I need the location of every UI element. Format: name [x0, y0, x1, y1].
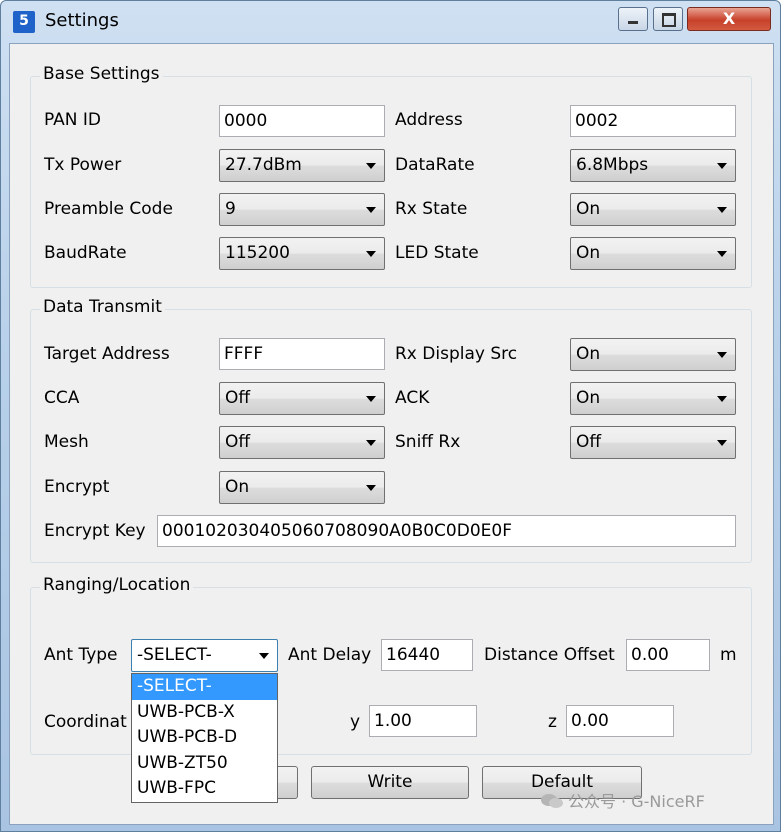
- maximize-icon: [662, 13, 676, 27]
- chevron-down-icon: [717, 163, 727, 169]
- chevron-down-icon: [366, 163, 376, 169]
- chevron-down-icon: [366, 485, 376, 491]
- z-label: z: [548, 712, 557, 732]
- chevron-down-icon: [366, 440, 376, 446]
- target-address-input[interactable]: FFFF: [219, 338, 385, 370]
- watermark-text: 公众号 · G-NiceRF: [568, 792, 705, 811]
- sniff-rx-value: Off: [576, 432, 602, 452]
- preamble-code-select[interactable]: 9: [219, 193, 385, 226]
- ack-select[interactable]: On: [570, 382, 736, 415]
- pan-id-input[interactable]: 0000: [219, 105, 385, 137]
- led-state-select[interactable]: On: [570, 237, 736, 270]
- tx-power-select[interactable]: 27.7dBm: [219, 149, 385, 182]
- pan-id-label: PAN ID: [44, 110, 102, 130]
- distance-offset-label: Distance Offset: [484, 645, 615, 665]
- encrypt-select[interactable]: On: [219, 471, 385, 504]
- close-button[interactable]: X: [687, 7, 771, 31]
- cca-select[interactable]: Off: [219, 382, 385, 415]
- ant-type-dropdown-list: -SELECT- UWB-PCB-X UWB-PCB-D UWB-ZT50 UW…: [131, 673, 278, 803]
- rx-state-value: On: [576, 199, 601, 219]
- chevron-down-icon: [366, 396, 376, 402]
- chevron-down-icon: [717, 440, 727, 446]
- data-rate-label: DataRate: [395, 155, 475, 175]
- watermark: 公众号 · G-NiceRF: [540, 788, 705, 812]
- ack-value: On: [576, 388, 601, 408]
- address-label: Address: [395, 110, 463, 130]
- ant-type-select[interactable]: -SELECT-: [131, 639, 278, 672]
- ant-option-uwb-zt50[interactable]: UWB-ZT50: [132, 751, 277, 777]
- tx-power-label: Tx Power: [44, 155, 122, 175]
- window-title: Settings: [45, 10, 119, 31]
- rx-display-src-label: Rx Display Src: [395, 344, 518, 364]
- base-settings-title: Base Settings: [40, 64, 163, 84]
- chevron-down-icon: [366, 251, 376, 257]
- coordinate-label: Coordinat: [44, 712, 127, 732]
- tx-power-value: 27.7dBm: [225, 155, 302, 175]
- rx-state-label: Rx State: [395, 199, 468, 219]
- write-button[interactable]: Write: [311, 766, 469, 799]
- rx-state-select[interactable]: On: [570, 193, 736, 226]
- ranging-location-title: Ranging/Location: [40, 575, 194, 595]
- app-icon: 5: [13, 11, 35, 33]
- z-input[interactable]: 0.00: [566, 705, 674, 737]
- chevron-down-icon: [366, 207, 376, 213]
- cca-label: CCA: [44, 388, 80, 408]
- ant-option-select[interactable]: -SELECT-: [132, 674, 277, 700]
- led-state-label: LED State: [395, 243, 479, 263]
- maximize-button[interactable]: [653, 7, 683, 31]
- preamble-code-value: 9: [225, 199, 236, 219]
- distance-offset-unit: m: [720, 645, 737, 665]
- preamble-code-label: Preamble Code: [44, 199, 173, 219]
- sniff-rx-select[interactable]: Off: [570, 426, 736, 459]
- cca-value: Off: [225, 388, 251, 408]
- title-bar[interactable]: 5 Settings X: [1, 1, 780, 43]
- minimize-button[interactable]: [618, 7, 648, 31]
- rx-display-src-select[interactable]: On: [570, 338, 736, 371]
- data-rate-value: 6.8Mbps: [576, 155, 649, 175]
- baud-rate-value: 115200: [225, 243, 290, 263]
- chat-bubble-icon: [541, 794, 563, 808]
- chevron-down-icon: [717, 207, 727, 213]
- encrypt-key-input[interactable]: 000102030405060708090A0B0C0D0E0F: [157, 515, 736, 547]
- baud-rate-label: BaudRate: [44, 243, 127, 263]
- chevron-down-icon: [717, 251, 727, 257]
- encrypt-value: On: [225, 477, 250, 497]
- mesh-label: Mesh: [44, 432, 89, 452]
- address-input[interactable]: 0002: [570, 105, 736, 137]
- target-address-label: Target Address: [44, 344, 170, 364]
- minimize-icon: [628, 21, 638, 24]
- rx-display-src-value: On: [576, 344, 601, 364]
- mesh-select[interactable]: Off: [219, 426, 385, 459]
- close-icon: X: [722, 9, 736, 28]
- ant-delay-label: Ant Delay: [288, 645, 372, 665]
- led-state-value: On: [576, 243, 601, 263]
- baud-rate-select[interactable]: 115200: [219, 237, 385, 270]
- data-transmit-title: Data Transmit: [40, 297, 165, 317]
- encrypt-key-label: Encrypt Key: [44, 521, 146, 541]
- chevron-down-icon: [259, 653, 269, 659]
- data-rate-select[interactable]: 6.8Mbps: [570, 149, 736, 182]
- ant-delay-input[interactable]: 16440: [381, 639, 473, 671]
- y-label: y: [350, 712, 361, 732]
- ant-option-uwb-pcb-d[interactable]: UWB-PCB-D: [132, 725, 277, 751]
- encrypt-label: Encrypt: [44, 477, 110, 497]
- y-input[interactable]: 1.00: [369, 705, 477, 737]
- mesh-value: Off: [225, 432, 251, 452]
- ack-label: ACK: [395, 388, 430, 408]
- chevron-down-icon: [717, 352, 727, 358]
- ant-option-uwb-fpc[interactable]: UWB-FPC: [132, 776, 277, 802]
- chevron-down-icon: [717, 396, 727, 402]
- ant-type-label: Ant Type: [44, 645, 118, 665]
- ant-type-value: -SELECT-: [137, 645, 212, 665]
- ant-option-uwb-pcb-x[interactable]: UWB-PCB-X: [132, 700, 277, 726]
- distance-offset-input[interactable]: 0.00: [626, 639, 710, 671]
- sniff-rx-label: Sniff Rx: [395, 432, 461, 452]
